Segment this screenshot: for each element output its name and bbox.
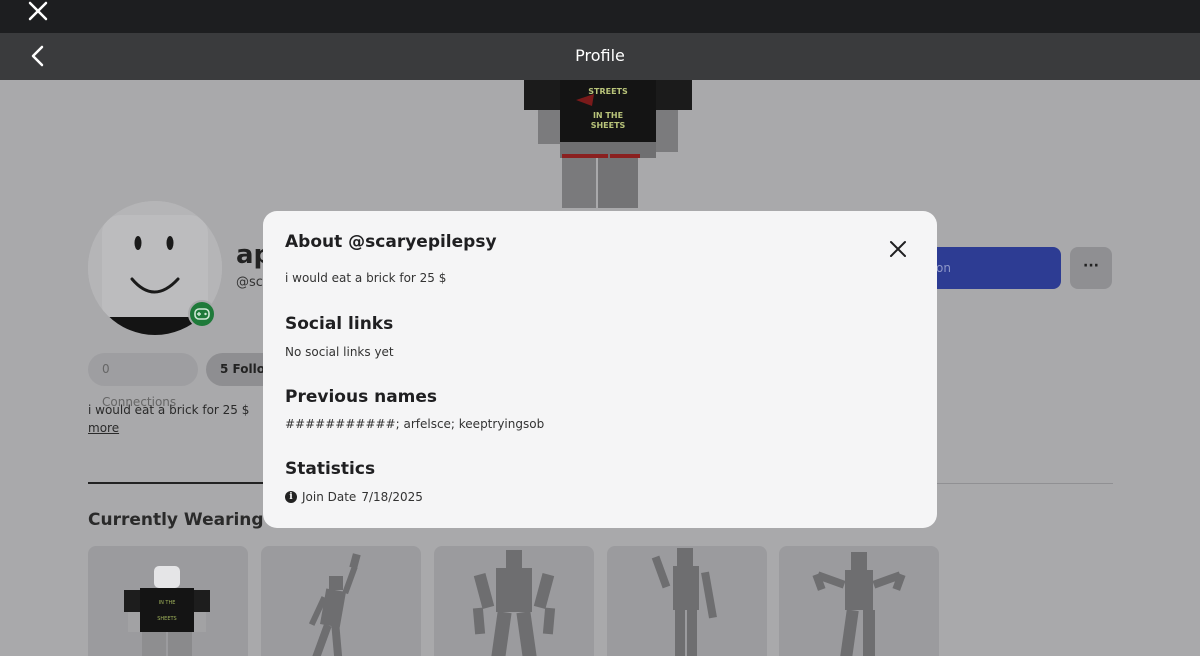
wearing-item-card[interactable] — [779, 546, 939, 656]
avatar-thumbnail: IN THE SHEETS — [124, 566, 210, 656]
previous-names-text: ###########; arfelsce; keeptryingsob — [285, 417, 545, 431]
join-date-label: Join Date — [302, 490, 357, 504]
page-title: Profile — [575, 46, 625, 65]
more-options-button[interactable]: ··· — [1070, 247, 1112, 289]
bio-more-link[interactable]: more — [88, 421, 119, 435]
primary-action-button[interactable]: tion — [920, 247, 1061, 289]
currently-wearing-title: Currently Wearing — [88, 510, 264, 530]
gamepad-icon — [194, 308, 210, 320]
social-links-text: No social links yet — [285, 345, 394, 359]
online-status-badge — [188, 300, 216, 328]
close-icon[interactable] — [887, 238, 909, 260]
info-icon: i — [285, 491, 297, 503]
wearing-item-card[interactable] — [434, 546, 594, 656]
animation-pose-thumbnail — [651, 548, 717, 656]
wearing-item-card[interactable] — [607, 546, 767, 656]
svg-text:STREETS: STREETS — [588, 87, 628, 96]
close-icon[interactable] — [26, 0, 50, 24]
join-date-value: 7/18/2025 — [361, 490, 423, 504]
social-links-title: Social links — [285, 314, 394, 334]
svg-text:IN THE: IN THE — [593, 111, 623, 120]
animation-pose-thumbnail — [308, 553, 361, 656]
wearing-item-card[interactable] — [261, 546, 421, 656]
about-title: About @scaryepilepsy — [285, 232, 497, 252]
svg-text:SHEETS: SHEETS — [157, 616, 176, 622]
animation-pose-thumbnail — [812, 552, 906, 656]
wearing-item-card[interactable]: IN THE SHEETS — [88, 546, 248, 656]
tab-underline — [88, 482, 263, 484]
avatar-3d-render: STREETS IN THE SHEETS — [524, 80, 692, 208]
top-system-bar — [0, 0, 1200, 33]
join-date-row: i Join Date 7/18/2025 — [285, 490, 423, 504]
username: @sc — [236, 275, 263, 290]
animation-pose-thumbnail — [472, 550, 556, 656]
connections-button[interactable]: 0 Connections — [88, 353, 198, 409]
svg-text:SHEETS: SHEETS — [591, 121, 626, 130]
svg-text:IN THE: IN THE — [159, 600, 176, 606]
previous-names-title: Previous names — [285, 387, 438, 407]
about-text: i would eat a brick for 25 $ — [285, 271, 447, 285]
about-modal: About @scaryepilepsy i would eat a brick… — [263, 211, 937, 528]
statistics-title: Statistics — [285, 459, 376, 479]
bio-text: i would eat a brick for 25 $ — [88, 403, 250, 417]
page-header: Profile — [0, 33, 1200, 80]
